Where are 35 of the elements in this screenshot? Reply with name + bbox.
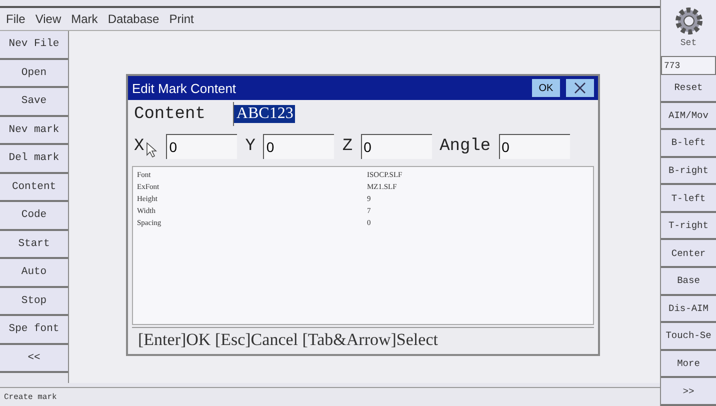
mouse-cursor-icon <box>146 142 158 158</box>
ok-button[interactable]: OK <box>532 79 560 97</box>
toolbar-button[interactable]: Del mark <box>0 145 68 174</box>
content-label: Content <box>134 104 206 124</box>
menu-item[interactable]: File <box>6 12 26 26</box>
close-button[interactable] <box>566 79 594 97</box>
coordinate-field[interactable]: 0 <box>166 134 238 158</box>
coordinate-label: X <box>134 136 144 156</box>
toolbar-button[interactable]: Start <box>0 230 68 259</box>
toolbar-button[interactable]: Nev File <box>0 31 68 60</box>
menu-item[interactable]: View <box>35 12 62 26</box>
toolbar-button[interactable]: Code <box>0 202 68 230</box>
coordinate-field[interactable]: 0 <box>360 134 432 158</box>
close-icon <box>574 82 586 94</box>
counter-field: 773 <box>661 56 716 75</box>
toolbar-button[interactable]: << <box>0 344 68 373</box>
coordinate-label: Y <box>245 136 256 156</box>
toolbar-button[interactable]: Stop <box>0 288 68 316</box>
coordinate-label: Z <box>342 136 353 156</box>
coordinate-field[interactable]: 0 <box>498 134 570 158</box>
dialog-title: Edit Mark Content <box>132 80 238 96</box>
coordinate-label: Angle <box>440 136 491 156</box>
content-field[interactable]: ABC123 <box>233 102 598 126</box>
toolbar-button[interactable]: Nev mark <box>0 116 68 145</box>
key-hint: [Enter]OK [Esc]Cancel [Tab&Arrow]Select <box>132 327 594 354</box>
coordinate-field[interactable]: 0 <box>263 134 334 158</box>
menu-item[interactable]: Print <box>169 12 194 26</box>
menu-item[interactable]: Mark <box>71 12 98 26</box>
menu-item[interactable]: Database <box>108 12 160 26</box>
toolbar-button[interactable]: Save <box>0 88 68 116</box>
toolbar-button[interactable]: Spe font <box>0 316 68 344</box>
toolbar-button[interactable]: Open <box>0 60 68 88</box>
set-button[interactable]: Set <box>661 0 716 56</box>
toolbar-button[interactable]: Auto <box>0 259 68 288</box>
toolbar-button[interactable]: Content <box>0 174 68 202</box>
